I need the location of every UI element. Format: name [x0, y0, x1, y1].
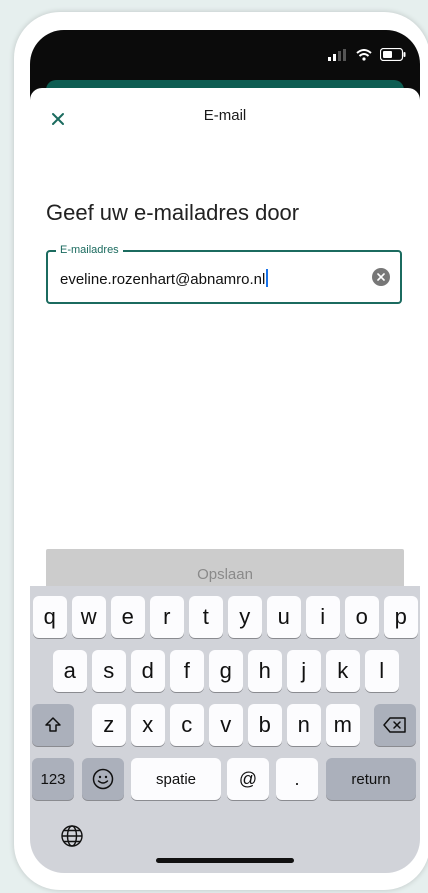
numbers-key[interactable]: 123: [32, 758, 74, 800]
letter-key-8[interactable]: l: [365, 650, 399, 692]
letter-key-4[interactable]: b: [248, 704, 282, 746]
letter-key-3[interactable]: f: [170, 650, 204, 692]
at-key[interactable]: @: [227, 758, 269, 800]
letter-key-0[interactable]: a: [53, 650, 87, 692]
dot-key[interactable]: .: [276, 758, 318, 800]
status-icons: [328, 47, 406, 66]
text-caret: [266, 269, 269, 287]
clear-button[interactable]: [372, 268, 390, 286]
delete-icon: [383, 717, 406, 733]
letter-key-6[interactable]: m: [326, 704, 360, 746]
phone-screen: E-mail Geef uw e-mailadres door E-mailad…: [30, 30, 420, 873]
letter-key-2[interactable]: c: [170, 704, 204, 746]
letter-key-3[interactable]: v: [209, 704, 243, 746]
letter-key-1[interactable]: s: [92, 650, 126, 692]
email-value-text: eveline.rozenhart@abnamro.nl: [60, 271, 266, 288]
battery-icon: [379, 47, 406, 66]
letter-key-5[interactable]: h: [248, 650, 282, 692]
letter-key-2[interactable]: e: [111, 596, 145, 638]
clear-icon: [377, 273, 385, 281]
globe-button[interactable]: [56, 820, 88, 852]
return-key[interactable]: return: [326, 758, 416, 800]
letter-key-0[interactable]: z: [92, 704, 126, 746]
letter-key-0[interactable]: q: [33, 596, 67, 638]
letter-key-1[interactable]: w: [72, 596, 106, 638]
letter-key-1[interactable]: x: [131, 704, 165, 746]
letter-key-2[interactable]: d: [131, 650, 165, 692]
wifi-icon: [356, 48, 372, 66]
letter-key-6[interactable]: j: [287, 650, 321, 692]
letter-key-7[interactable]: i: [306, 596, 340, 638]
shift-icon: [45, 717, 61, 732]
email-field[interactable]: E-mailadres eveline.rozenhart@abnamro.nl: [46, 244, 402, 304]
shift-key[interactable]: [32, 704, 74, 746]
form-heading: Geef uw e-mailadres door: [46, 200, 300, 225]
letter-key-3[interactable]: r: [150, 596, 184, 638]
emoji-icon: [92, 768, 114, 790]
signal-icon: [328, 48, 348, 66]
letter-key-8[interactable]: o: [345, 596, 379, 638]
keyboard: qwertyuiop asdfghjkl zxcvbnm 123 spatie …: [30, 586, 420, 873]
letter-key-5[interactable]: y: [228, 596, 262, 638]
letter-key-5[interactable]: n: [287, 704, 321, 746]
letter-key-4[interactable]: g: [209, 650, 243, 692]
globe-icon: [61, 825, 83, 847]
delete-key[interactable]: [374, 704, 416, 746]
letter-key-9[interactable]: p: [384, 596, 418, 638]
page-title: E-mail: [203, 107, 247, 124]
home-indicator: [156, 858, 294, 863]
emoji-key[interactable]: [82, 758, 124, 800]
letter-key-7[interactable]: k: [326, 650, 360, 692]
nav-bar: E-mail: [30, 88, 420, 148]
letter-key-4[interactable]: t: [189, 596, 223, 638]
space-key[interactable]: spatie: [131, 758, 221, 800]
letter-key-6[interactable]: u: [267, 596, 301, 638]
email-field-label: E-mailadres: [56, 244, 123, 256]
email-input-value[interactable]: eveline.rozenhart@abnamro.nl: [60, 269, 269, 288]
